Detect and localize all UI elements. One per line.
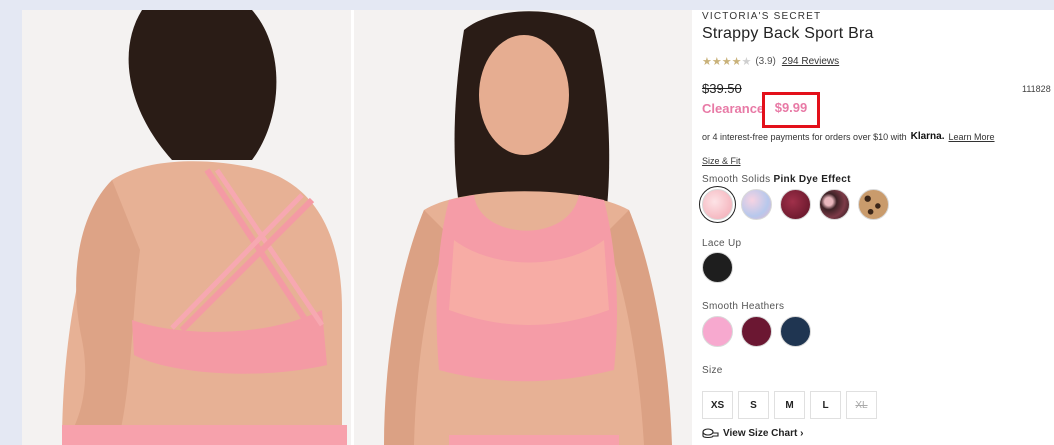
selected-color-name: Pink Dye Effect — [773, 174, 851, 185]
swatch-pink-heather[interactable] — [702, 316, 733, 347]
sale-price: $9.99 — [762, 92, 820, 128]
swatch-blue-pink-dye[interactable] — [741, 189, 772, 220]
swatch-leopard[interactable] — [858, 189, 889, 220]
sale-price-value: $9.99 — [774, 100, 808, 115]
size-chart-label: View Size Chart › — [723, 428, 804, 439]
product-image-front[interactable] — [354, 10, 692, 445]
smooth-solids-label: Smooth Solids Pink Dye Effect — [702, 174, 851, 185]
rating-value: (3.9) — [755, 56, 776, 67]
size-options: XS S M L XL — [702, 391, 877, 419]
lace-up-label: Lace Up — [702, 238, 742, 249]
size-xl-button[interactable]: XL — [846, 391, 877, 419]
ruler-icon — [702, 428, 719, 439]
swatch-wine-dye[interactable] — [780, 189, 811, 220]
product-page: VICTORIA'S SECRET Strappy Back Sport Bra… — [22, 10, 1054, 445]
swatch-burgundy-heather[interactable] — [741, 316, 772, 347]
learn-more-link[interactable]: Learn More — [949, 132, 995, 142]
view-size-chart-link[interactable]: View Size Chart › — [702, 428, 803, 439]
installments-text: or 4 interest-free payments for orders o… — [702, 131, 907, 142]
swatch-pink-dye[interactable] — [699, 186, 736, 223]
product-gallery — [22, 10, 692, 445]
swatch-black[interactable] — [702, 252, 733, 283]
product-image-back[interactable] — [22, 10, 351, 445]
brand-name: VICTORIA'S SECRET — [702, 11, 822, 22]
smooth-heathers-label: Smooth Heathers — [702, 301, 785, 312]
size-label: Size — [702, 365, 723, 376]
star-rating-icon: ★★★★★ — [702, 56, 752, 68]
rating-row: ★★★★★ (3.9) 294 Reviews — [702, 55, 839, 68]
lace-up-swatches — [702, 252, 733, 283]
smooth-solids-swatches — [699, 186, 889, 223]
size-m-button[interactable]: M — [774, 391, 805, 419]
klarna-logo: Klarna. — [910, 131, 945, 142]
product-title: Strappy Back Sport Bra — [702, 25, 874, 42]
size-xs-button[interactable]: XS — [702, 391, 733, 419]
smooth-heathers-swatches — [702, 316, 811, 347]
swatch-navy-heather[interactable] — [780, 316, 811, 347]
smooth-solids-title: Smooth Solids — [702, 174, 771, 185]
swatch-dark-floral[interactable] — [819, 189, 850, 220]
reviews-link[interactable]: 294 Reviews — [782, 56, 839, 67]
original-price: $39.50 — [702, 81, 742, 96]
size-l-button[interactable]: L — [810, 391, 841, 419]
product-info: VICTORIA'S SECRET Strappy Back Sport Bra… — [699, 10, 1054, 445]
clearance-label: Clearance — [702, 101, 765, 116]
size-fit-link[interactable]: Size & Fit — [702, 156, 741, 166]
size-s-button[interactable]: S — [738, 391, 769, 419]
product-sku: 111828 — [1022, 84, 1051, 94]
installments-row: or 4 interest-free payments for orders o… — [702, 131, 995, 142]
